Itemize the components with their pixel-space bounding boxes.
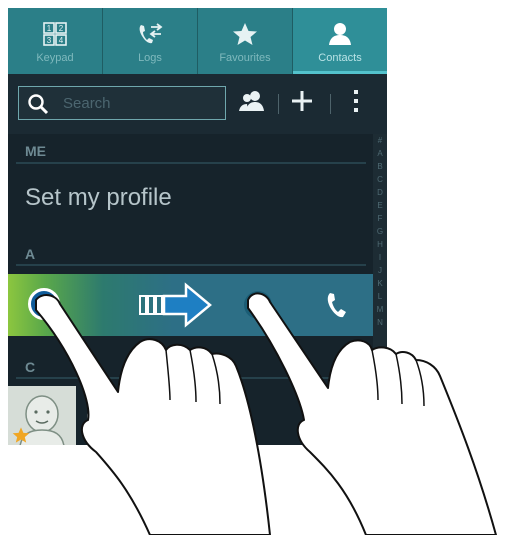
plus-icon	[291, 90, 313, 117]
contact-list: ME Set my profile A C C # A B C D E F G …	[8, 134, 387, 445]
index-letter[interactable]: K	[373, 277, 387, 290]
tab-logs[interactable]: Logs	[103, 8, 198, 74]
more-vertical-icon	[353, 89, 359, 118]
tab-bar: 1 2 3 4 Keypad Logs Favourites Contacts	[8, 8, 387, 74]
favourite-star-icon	[12, 426, 30, 445]
more-options-button[interactable]	[336, 86, 376, 120]
section-divider	[16, 162, 366, 164]
index-letter[interactable]: J	[373, 264, 387, 277]
section-header-a: A	[25, 246, 36, 262]
keypad-icon: 1 2 3 4	[43, 19, 67, 49]
svg-text:1: 1	[47, 24, 52, 33]
touch-point-end	[244, 291, 272, 319]
index-letter[interactable]: D	[373, 186, 387, 199]
add-contact-button[interactable]	[282, 86, 322, 120]
search-placeholder: Search	[63, 95, 111, 112]
index-letter[interactable]: A	[373, 147, 387, 160]
phone-screen: 1 2 3 4 Keypad Logs Favourites Contacts …	[8, 8, 387, 445]
swipe-right-arrow-icon	[136, 282, 214, 333]
logs-icon	[137, 19, 163, 49]
index-scrollbar[interactable]: # A B C D E F G H I J K L M N	[373, 134, 387, 445]
svg-text:2: 2	[59, 24, 64, 33]
group-button[interactable]	[232, 86, 272, 120]
contact-name-partial: C	[86, 404, 102, 429]
index-letter[interactable]: L	[373, 290, 387, 303]
svg-text:3: 3	[47, 36, 52, 45]
touch-point-start	[28, 288, 60, 320]
group-icon	[238, 90, 266, 117]
index-letter[interactable]: H	[373, 238, 387, 251]
star-icon	[232, 19, 258, 49]
tab-favourites[interactable]: Favourites	[198, 8, 293, 74]
contact-row-swiping[interactable]	[8, 274, 374, 336]
section-header-me: ME	[25, 143, 46, 159]
index-letter[interactable]: I	[373, 251, 387, 264]
index-letter[interactable]: G	[373, 225, 387, 238]
section-divider	[16, 377, 366, 379]
avatar[interactable]	[8, 386, 76, 445]
tab-logs-label: Logs	[138, 51, 162, 64]
tab-keypad-label: Keypad	[36, 51, 74, 64]
index-letter[interactable]: N	[373, 316, 387, 329]
search-row: Search	[8, 74, 387, 134]
set-profile-item[interactable]: Set my profile	[25, 184, 172, 212]
tab-contacts-label: Contacts	[318, 51, 362, 64]
tab-contacts[interactable]: Contacts	[293, 8, 387, 74]
index-letter[interactable]: C	[373, 173, 387, 186]
section-header-c: C	[25, 359, 36, 375]
index-letter[interactable]: F	[373, 212, 387, 225]
contact-icon	[328, 19, 352, 49]
tab-favourites-label: Favourites	[219, 51, 271, 64]
divider	[330, 94, 331, 114]
divider	[278, 94, 279, 114]
search-icon	[27, 93, 49, 120]
call-icon	[326, 291, 348, 324]
svg-text:4: 4	[59, 36, 64, 45]
section-divider	[16, 264, 366, 266]
tab-keypad[interactable]: 1 2 3 4 Keypad	[8, 8, 103, 74]
index-letter[interactable]: M	[373, 303, 387, 316]
search-input[interactable]: Search	[18, 86, 226, 120]
index-letter[interactable]: E	[373, 199, 387, 212]
index-letter[interactable]: #	[373, 134, 387, 147]
index-letter[interactable]: B	[373, 160, 387, 173]
